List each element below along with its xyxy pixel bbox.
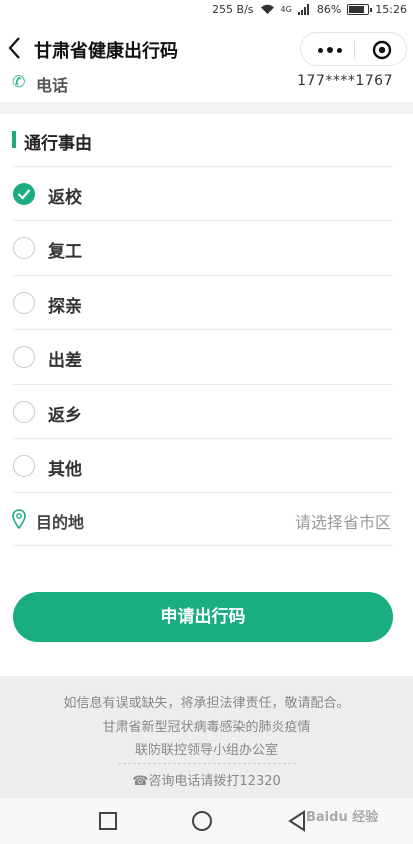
mini-program-capsule (300, 32, 407, 66)
radio-unchecked-icon[interactable] (13, 291, 35, 314)
clock: 15:26 (375, 3, 407, 16)
signal-icon (297, 4, 309, 15)
footer-disclaimer: 如信息有误或缺失，将承担法律责任，敬请配合。 (63, 696, 350, 711)
recent-apps-icon[interactable] (99, 812, 117, 830)
back-arrow-icon[interactable] (4, 34, 26, 62)
network-speed: 255 B/s (212, 3, 254, 16)
destination-placeholder: 请选择省市区 (294, 513, 391, 533)
location-pin-icon (12, 509, 26, 530)
phone-label: 电话 (36, 76, 69, 95)
wifi-icon (260, 4, 274, 14)
reason-option-return-hometown[interactable]: 返乡 (12, 383, 393, 438)
section-accent-bar (12, 131, 16, 148)
reason-option-return-school[interactable]: 返校 (12, 166, 393, 220)
radio-unchecked-icon[interactable] (13, 346, 35, 369)
reason-option-visit-family[interactable]: 探亲 (12, 274, 393, 329)
radio-unchecked-icon[interactable] (13, 237, 35, 260)
section-header: 通行事由 (0, 122, 413, 162)
reason-label: 探亲 (48, 296, 82, 317)
battery-percent: 86% (316, 3, 342, 16)
destination-label: 目的地 (36, 513, 85, 533)
baidu-watermark: Baidu 经验 (306, 810, 379, 825)
footer-divider (118, 763, 296, 764)
footer-notice: 如信息有误或缺失，将承担法律责任，敬请配合。 甘肃省新型冠状病毒感染的肺炎疫情 … (0, 676, 413, 798)
reason-label: 其他 (48, 459, 82, 480)
system-back-icon[interactable] (286, 809, 308, 833)
home-icon[interactable] (192, 811, 212, 831)
reason-list: 返校 复工 探亲 出差 返乡 其他 目的地 请选择省市区 (0, 166, 413, 547)
footer-organization-line2: 联防联控领导小组办公室 (134, 743, 278, 758)
reason-label: 复工 (48, 242, 82, 263)
footer-hotline: ☎咨询电话请拨打12320 (132, 774, 281, 789)
phone-number: 177****1767 (297, 73, 393, 89)
reason-option-return-work[interactable]: 复工 (12, 220, 393, 274)
close-mini-program-icon[interactable] (361, 33, 403, 67)
destination-selector[interactable]: 目的地 请选择省市区 (12, 492, 393, 547)
network-type: 4G (280, 5, 292, 14)
phone-icon: ✆ (12, 72, 26, 91)
radio-unchecked-icon[interactable] (13, 400, 35, 423)
reason-label: 返校 (48, 188, 82, 208)
reason-option-business-trip[interactable]: 出差 (12, 329, 393, 383)
radio-unchecked-icon[interactable] (13, 454, 35, 477)
capsule-divider (354, 41, 355, 59)
more-icon[interactable] (307, 33, 353, 67)
battery-icon (347, 4, 373, 15)
system-nav-bar: Baidu 经验 (0, 798, 413, 844)
reason-option-other[interactable]: 其他 (12, 437, 393, 492)
page-title: 甘肃省健康出行码 (34, 41, 178, 62)
reason-label: 返乡 (48, 405, 82, 426)
phone-row: ✆ 电话 177****1767 (0, 66, 413, 98)
section-title: 通行事由 (24, 134, 92, 154)
status-bar: 255 B/s 4G 86% 15:26 (0, 0, 413, 22)
footer-organization-line1: 甘肃省新型冠状病毒感染的肺炎疫情 (102, 720, 311, 735)
reason-label: 出差 (48, 351, 82, 372)
apply-travel-code-button[interactable]: 申请出行码 (13, 592, 393, 642)
radio-checked-icon[interactable] (13, 183, 35, 205)
section-separator (0, 102, 413, 114)
